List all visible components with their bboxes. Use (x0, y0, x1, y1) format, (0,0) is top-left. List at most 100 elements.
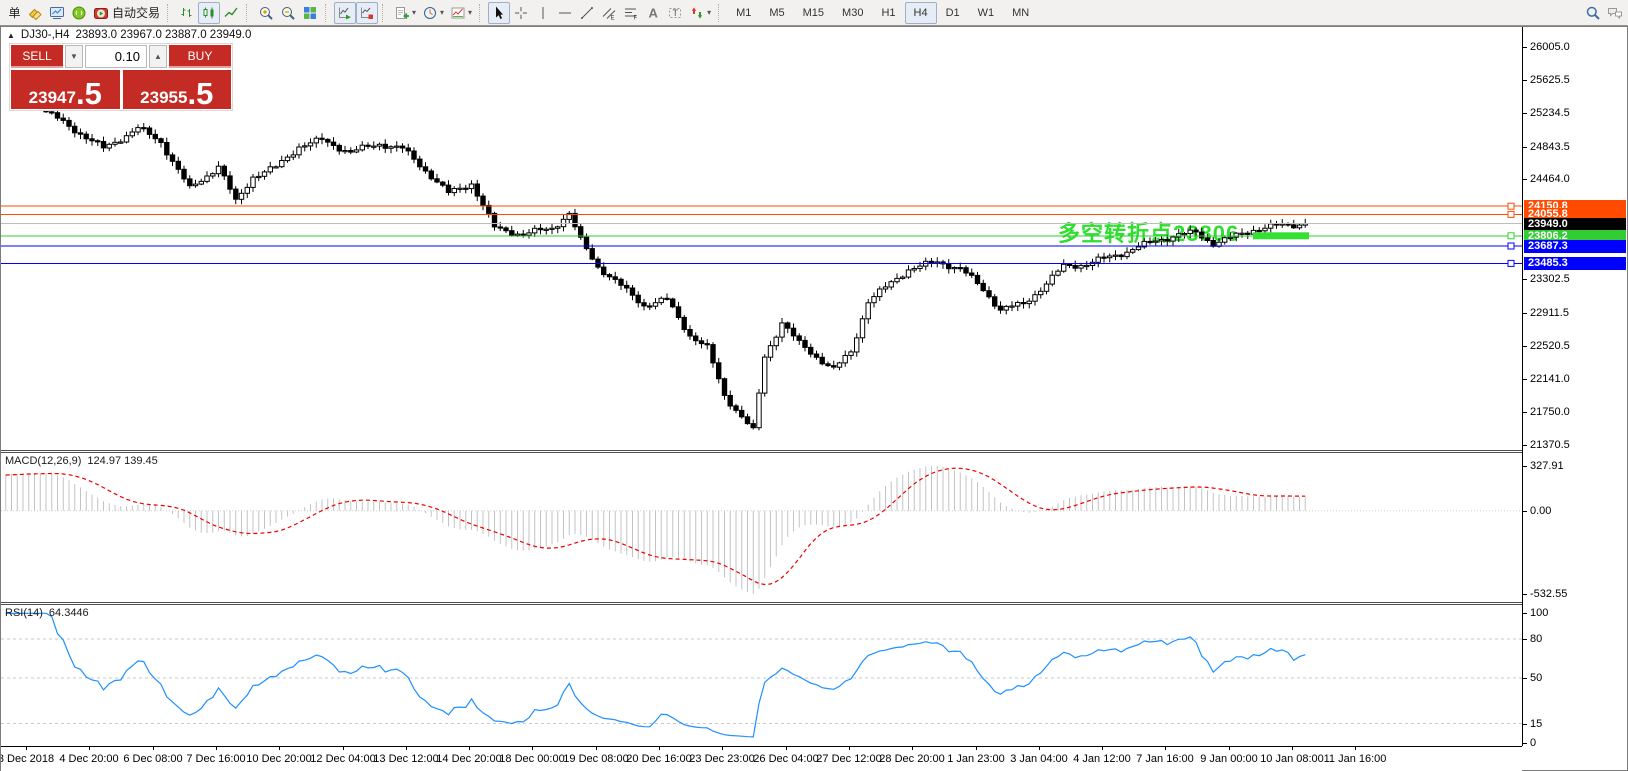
vertical-line-button[interactable] (532, 2, 554, 24)
macd-indicator-pane[interactable] (1, 453, 1522, 602)
search-icon (1585, 5, 1601, 21)
time-axis-label: 9 Jan 00:00 (1200, 753, 1258, 765)
buy-button[interactable]: BUY (169, 45, 231, 68)
autotrading-button[interactable]: 自动交易 (90, 2, 163, 24)
terminal-button[interactable] (46, 2, 68, 24)
time-axis-label: 11 Jan 16:00 (1324, 753, 1387, 765)
horizontal-line-icon (557, 5, 573, 21)
zoom-out-icon (280, 5, 296, 21)
collapse-trade-panel-icon[interactable]: ▲ (7, 31, 15, 40)
price-axis[interactable]: 26005.025625.525234.524843.524464.023302… (1522, 27, 1627, 746)
price-axis-label: 24843.5 (1530, 141, 1570, 153)
rsi-axis-label: 80 (1530, 633, 1542, 645)
volume-up-button[interactable]: ▲ (149, 45, 167, 68)
timeframe-m1[interactable]: M1 (727, 2, 760, 24)
rsi-indicator-pane[interactable] (1, 605, 1522, 746)
news-icon (71, 5, 87, 21)
dropdown-caret-icon: ▾ (412, 8, 416, 17)
support-price-chip: 23687.3 (1524, 240, 1626, 253)
dropdown-caret-icon: ▾ (468, 8, 472, 17)
toolbar-separator (382, 4, 387, 22)
price-axis-label: 22141.0 (1530, 373, 1570, 385)
text-icon: A (645, 5, 661, 21)
timeframe-m30[interactable]: M30 (833, 2, 872, 24)
price-axis-label: 25234.5 (1530, 107, 1570, 119)
timeframe-m15[interactable]: M15 (794, 2, 833, 24)
sell-price: 23947 (29, 89, 76, 106)
tile-windows-icon (302, 5, 318, 21)
toolbar-separator (325, 4, 330, 22)
tile-windows-button[interactable] (299, 2, 321, 24)
tickets-button[interactable] (24, 2, 46, 24)
templates-button[interactable]: ▾ (447, 2, 475, 24)
price-axis-label: 21370.5 (1530, 439, 1570, 451)
fibonacci-button[interactable]: F (620, 2, 642, 24)
rsi-axis-label: 15 (1530, 718, 1542, 730)
macd-indicator-label: MACD(12,26,9)124.97 139.45 (5, 455, 158, 467)
price-axis-label: 25625.5 (1530, 74, 1570, 86)
toolbar-separator (246, 4, 251, 22)
sell-price-box[interactable]: 23947 .5 (11, 70, 120, 109)
indicators-button[interactable]: ▾ (391, 2, 419, 24)
cursor-button[interactable] (488, 2, 510, 24)
equidistant-channel-button[interactable]: E (598, 2, 620, 24)
price-axis-label: 22911.5 (1530, 307, 1569, 319)
price-axis-label: 21750.0 (1530, 406, 1570, 418)
arrows-button[interactable]: ▾ (686, 2, 714, 24)
rsi-axis-label: 50 (1530, 672, 1542, 684)
text-label-icon: T (667, 5, 683, 21)
news-button[interactable] (68, 2, 90, 24)
chat-button[interactable] (1604, 2, 1626, 24)
chart-ohlc-values: 23893.0 23967.0 23887.0 23949.0 (76, 29, 252, 41)
sell-button[interactable]: SELL (11, 45, 63, 68)
text-label-button[interactable]: T (664, 2, 686, 24)
time-axis-label: 1 Jan 23:00 (947, 753, 1005, 765)
chart-shift-button[interactable] (356, 2, 378, 24)
timeframe-m5[interactable]: M5 (760, 2, 793, 24)
time-axis-label: 23 Dec 23:00 (689, 753, 754, 765)
horizontal-line-button[interactable] (554, 2, 576, 24)
vertical-line-icon (535, 5, 551, 21)
volume-down-button[interactable]: ▼ (65, 45, 83, 68)
chart-symbol-period: DJ30-,H4 (21, 29, 70, 41)
macd-axis-label: -532.55 (1530, 588, 1567, 600)
time-axis-label: 4 Jan 12:00 (1073, 753, 1131, 765)
text-button[interactable]: A (642, 2, 664, 24)
timeframe-h1[interactable]: H1 (872, 2, 904, 24)
main-toolbar: 单自动交易▾▾▾EFAT▾M1M5M15M30H1H4D1W1MN (0, 0, 1628, 26)
zoom-in-button[interactable] (255, 2, 277, 24)
bar-chart-button[interactable] (176, 2, 198, 24)
price-axis-label: 23302.5 (1530, 273, 1570, 285)
auto-scroll-button[interactable] (334, 2, 356, 24)
rsi-indicator-label: RSI(14)64.3446 (5, 607, 89, 619)
toolbar-separator (479, 4, 484, 22)
volume-input[interactable] (85, 45, 147, 68)
bar-chart-icon (179, 5, 195, 21)
new-order-button[interactable]: 单 (2, 2, 24, 24)
buy-price-box[interactable]: 23955 .5 (123, 70, 232, 109)
timeframe-mn[interactable]: MN (1003, 2, 1038, 24)
fibonacci-icon: F (623, 5, 639, 21)
timeframe-d1[interactable]: D1 (937, 2, 969, 24)
time-axis-label: 10 Jan 08:00 (1260, 753, 1324, 765)
chart-shift-icon (359, 5, 375, 21)
chat-icon (1607, 5, 1623, 21)
zoom-out-button[interactable] (277, 2, 299, 24)
search-button[interactable] (1582, 2, 1604, 24)
trendline-icon (579, 5, 595, 21)
candlestick-chart-button[interactable] (198, 2, 220, 24)
line-chart-button[interactable] (220, 2, 242, 24)
chart-window: ▲ DJ30-,H4 23893.0 23967.0 23887.0 23949… (0, 26, 1628, 771)
dropdown-caret-icon: ▾ (707, 8, 711, 17)
timeframe-w1[interactable]: W1 (969, 2, 1004, 24)
crosshair-button[interactable] (510, 2, 532, 24)
timeframe-h4[interactable]: H4 (905, 2, 937, 24)
buy-price: 23955 (140, 89, 187, 106)
time-axis-label: 14 Dec 20:00 (436, 753, 501, 765)
candlestick-chart-icon (201, 5, 217, 21)
svg-text:E: E (611, 15, 615, 21)
periods-button[interactable]: ▾ (419, 2, 447, 24)
rsi-axis-label: 0 (1530, 737, 1536, 749)
trendline-button[interactable] (576, 2, 598, 24)
time-axis[interactable]: 3 Dec 20184 Dec 20:006 Dec 08:007 Dec 16… (1, 746, 1522, 771)
